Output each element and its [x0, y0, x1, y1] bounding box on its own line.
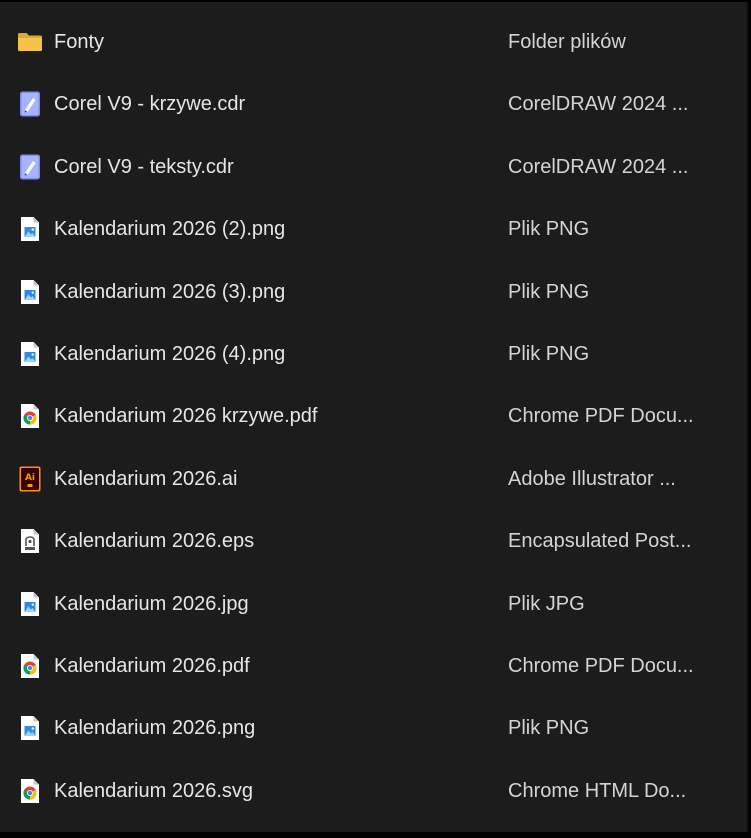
image-file-icon: [16, 278, 44, 306]
file-type: Plik PNG: [508, 218, 590, 241]
file-name: Kalendarium 2026 (2).png: [54, 218, 286, 241]
file-row[interactable]: Kalendarium 2026.svg Chrome HTML Do...: [0, 760, 747, 822]
file-row[interactable]: Corel V9 - teksty.cdr CorelDRAW 2024 ...: [0, 136, 747, 198]
file-type: Adobe Illustrator ...: [508, 467, 676, 490]
file-type: Encapsulated Post...: [508, 530, 692, 553]
file-row[interactable]: Kalendarium 2026 (2).png Plik PNG: [0, 198, 747, 260]
file-type: CorelDRAW 2024 ...: [508, 155, 689, 178]
file-name: Kalendarium 2026.svg: [54, 779, 254, 802]
file-name: Corel V9 - krzywe.cdr: [54, 93, 246, 116]
file-name: Kalendarium 2026.eps: [54, 530, 255, 553]
file-name: Kalendarium 2026.pdf: [54, 654, 250, 677]
chrome-file-icon: [16, 777, 44, 805]
file-type: Folder plików: [508, 31, 626, 53]
file-type: Chrome PDF Docu...: [508, 654, 694, 677]
file-row[interactable]: Kalendarium 2026.eps Encapsulated Post..…: [0, 510, 747, 572]
file-type: CorelDRAW 2024 ...: [508, 93, 689, 116]
coreldraw-file-icon: [16, 153, 44, 181]
file-list-panel: Fonty Folder plików Corel V9 - krzywe.cd…: [0, 2, 749, 832]
image-file-icon: [16, 590, 44, 618]
chrome-file-icon: [16, 402, 44, 430]
file-row[interactable]: Kalendarium 2026 (4).png Plik PNG: [0, 323, 747, 385]
file-name: Kalendarium 2026.png: [54, 717, 256, 740]
image-file-icon: [16, 215, 44, 243]
svg-text:Ai: Ai: [25, 473, 35, 483]
file-name: Kalendarium 2026 krzywe.pdf: [54, 405, 318, 428]
coreldraw-file-icon: [16, 90, 44, 118]
file-type: Chrome HTML Do...: [508, 779, 687, 802]
file-row[interactable]: Ai Kalendarium 2026.ai Adobe Illustrator…: [0, 448, 747, 510]
file-row[interactable]: Kalendarium 2026 krzywe.pdf Chrome PDF D…: [0, 385, 747, 447]
file-row[interactable]: Kalendarium 2026.png Plik PNG: [0, 697, 747, 759]
chrome-file-icon: [16, 652, 44, 680]
file-name: Kalendarium 2026 (3).png: [54, 280, 286, 303]
file-type: Plik PNG: [508, 717, 590, 740]
folder-icon: [16, 28, 44, 56]
eps-file-icon: [16, 527, 44, 555]
file-row[interactable]: Corel V9 - krzywe.cdr CorelDRAW 2024 ...: [0, 73, 747, 135]
file-row[interactable]: Kalendarium 2026 (3).png Plik PNG: [0, 261, 747, 323]
file-name: Kalendarium 2026.jpg: [54, 592, 249, 615]
file-name: Fonty: [54, 31, 105, 53]
file-name: Corel V9 - teksty.cdr: [54, 155, 234, 178]
file-name: Kalendarium 2026 (4).png: [54, 342, 286, 365]
file-row[interactable]: Kalendarium 2026.jpg Plik JPG: [0, 573, 747, 635]
file-type: Chrome PDF Docu...: [508, 405, 694, 428]
image-file-icon: [16, 340, 44, 368]
file-row[interactable]: Fonty Folder plików: [0, 11, 747, 73]
illustrator-file-icon: Ai: [16, 465, 44, 493]
file-type: Plik PNG: [508, 342, 590, 365]
image-file-icon: [16, 714, 44, 742]
file-type: Plik PNG: [508, 280, 590, 303]
file-list: Fonty Folder plików Corel V9 - krzywe.cd…: [0, 11, 747, 822]
file-type: Plik JPG: [508, 592, 585, 615]
file-explorer-window: Fonty Folder plików Corel V9 - krzywe.cd…: [0, 0, 751, 838]
file-row[interactable]: Kalendarium 2026.pdf Chrome PDF Docu...: [0, 635, 747, 697]
file-name: Kalendarium 2026.ai: [54, 467, 238, 490]
